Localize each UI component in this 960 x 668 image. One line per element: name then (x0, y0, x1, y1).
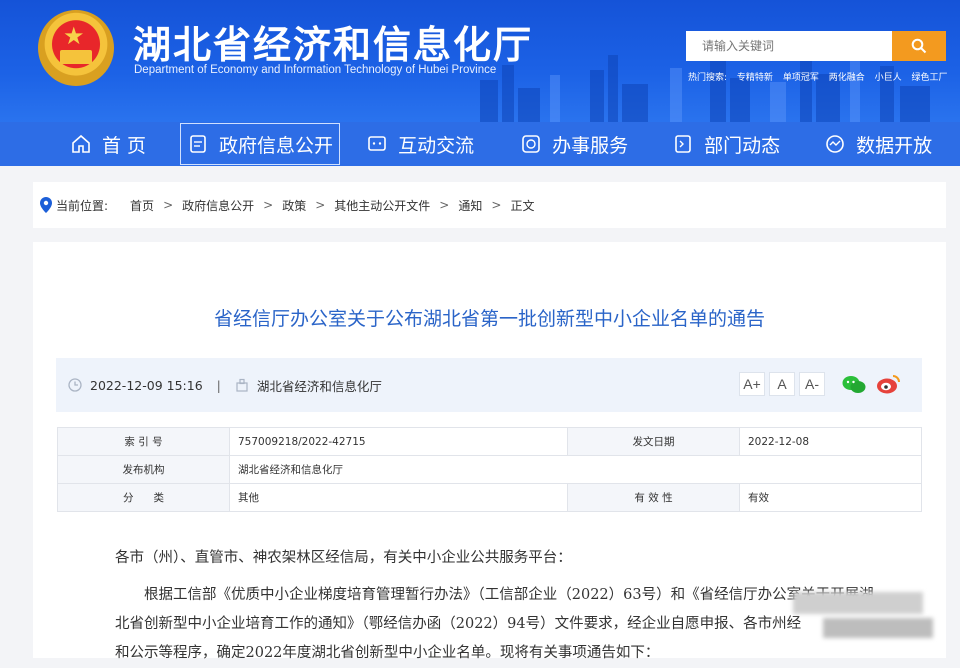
breadcrumb-link[interactable]: 政府信息公开 (182, 197, 254, 214)
org-icon (236, 378, 248, 392)
table-cell: 有 效 性 (567, 483, 740, 512)
search-icon (911, 38, 927, 54)
breadcrumb-separator: > (163, 198, 174, 212)
body-greeting: 各市（州）、直管市、神农架林区经信局，有关中小企业公共服务平台： (115, 550, 572, 566)
breadcrumb-separator: > (263, 198, 274, 212)
blurred-watermark (823, 618, 933, 638)
clock-icon (68, 378, 82, 392)
table-cell: 发布机构 (57, 455, 230, 484)
hot-search-link[interactable]: 专精特新 (737, 73, 773, 83)
nav-label: 部门动态 (704, 134, 781, 157)
nav-item-news[interactable]: 部门动态 (672, 122, 780, 166)
breadcrumb-separator: > (315, 198, 326, 212)
table-cell: 757009218/2022-42715 (229, 427, 568, 456)
meta-divider: | (216, 377, 221, 393)
nav-label: 互动交流 (398, 134, 475, 157)
table-row: 索 引 号 757009218/2022-42715 发文日期 2022-12-… (57, 427, 922, 456)
search-input[interactable] (686, 31, 892, 61)
nav-label: 办事服务 (552, 134, 629, 157)
breadcrumb-label: 当前位置: (56, 198, 109, 213)
nav-label: 首 页 (102, 134, 147, 157)
nav-item-interaction[interactable]: 互动交流 (366, 122, 474, 166)
breadcrumb-current: 正文 (510, 198, 535, 213)
article-source: 湖北省经济和信息化厅 (256, 378, 382, 394)
location-pin-icon (40, 197, 52, 213)
national-emblem-logo: ★ (38, 10, 114, 86)
home-icon (72, 134, 90, 153)
site-header: ★ 湖北省经济和信息化厅 Department of Economy and I… (0, 0, 960, 122)
search-box (686, 31, 946, 61)
breadcrumb-separator: > (439, 198, 450, 212)
article-container: 省经信厅办公室关于公布湖北省第一批创新型中小企业名单的通告 2022-12-09… (33, 242, 946, 661)
breadcrumb-link[interactable]: 通知 (458, 197, 482, 214)
hot-search-label: 热门搜索: (688, 73, 728, 83)
site-title: 湖北省经济和信息化厅 (133, 23, 534, 67)
table-cell: 分 类 (57, 483, 230, 512)
news-icon (675, 135, 691, 153)
hot-search-link[interactable]: 绿色工厂 (911, 73, 947, 83)
table-cell: 有效 (739, 483, 922, 512)
breadcrumb-separator: > (491, 198, 502, 212)
data-icon (826, 135, 844, 153)
table-cell: 湖北省经济和信息化厅 (229, 455, 922, 484)
nav-item-services[interactable]: 办事服务 (520, 122, 628, 166)
font-size-default-button[interactable]: A (769, 372, 795, 396)
font-size-decrease-button[interactable]: A- (799, 372, 825, 396)
document-info-table: 索 引 号 757009218/2022-42715 发文日期 2022-12-… (57, 427, 922, 512)
article-title: 省经信厅办公室关于公布湖北省第一批创新型中小企业名单的通告 (213, 308, 765, 330)
article-meta-bar: 2022-12-09 15:16 | 湖北省经济和信息化厅 A+ A A- (56, 358, 922, 412)
nav-item-home[interactable]: 首 页 (70, 122, 146, 166)
document-icon (190, 135, 206, 153)
blurred-watermark (793, 592, 923, 614)
table-cell: 其他 (229, 483, 568, 512)
wechat-share-icon[interactable] (842, 375, 866, 395)
nav-label: 政府信息公开 (219, 134, 334, 157)
nav-label: 数据开放 (856, 134, 933, 157)
nav-item-open-data[interactable]: 数据开放 (824, 122, 932, 166)
weibo-share-icon[interactable] (876, 373, 902, 395)
body-paragraph-line: 和公示等程序，确定2022年度湖北省创新型中小企业名单。现将有关事项通告如下： (115, 645, 660, 661)
hot-search-link[interactable]: 小巨人 (875, 73, 902, 83)
main-nav: 首 页 政府信息公开 互动交流 办事服务 部门动态 数据开放 (0, 122, 960, 166)
breadcrumb: 当前位置: 首页 > 政府信息公开 > 政策 > 其他主动公开文件 > 通知 > 正文 (33, 182, 946, 228)
service-icon (522, 135, 540, 153)
nav-item-gov-info[interactable]: 政府信息公开 (180, 123, 341, 165)
site-subtitle: Department of Economy and Information Te… (134, 64, 497, 76)
table-cell: 发文日期 (567, 427, 740, 456)
font-size-increase-button[interactable]: A+ (739, 372, 765, 396)
hot-search-link[interactable]: 两化融合 (829, 73, 865, 83)
body-paragraph-line: 北省创新型中小企业培育工作的通知》（鄂经信办函（2022）94号）文件要求，经企… (115, 616, 802, 632)
hot-search: 热门搜索: 专精特新 单项冠军 两化融合 小巨人 绿色工厂 (688, 70, 955, 83)
breadcrumb-link[interactable]: 首页 (130, 197, 154, 214)
breadcrumb-link[interactable]: 政策 (282, 197, 306, 214)
table-row: 发布机构 湖北省经济和信息化厅 (57, 455, 922, 484)
table-cell: 2022-12-08 (739, 427, 922, 456)
search-button[interactable] (892, 31, 946, 61)
table-row: 分 类 其他 有 效 性 有效 (57, 483, 922, 512)
article-datetime: 2022-12-09 15:16 (90, 377, 203, 393)
chat-icon (368, 136, 386, 151)
breadcrumb-link[interactable]: 其他主动公开文件 (334, 197, 430, 214)
hot-search-link[interactable]: 单项冠军 (783, 73, 819, 83)
table-cell: 索 引 号 (57, 427, 230, 456)
